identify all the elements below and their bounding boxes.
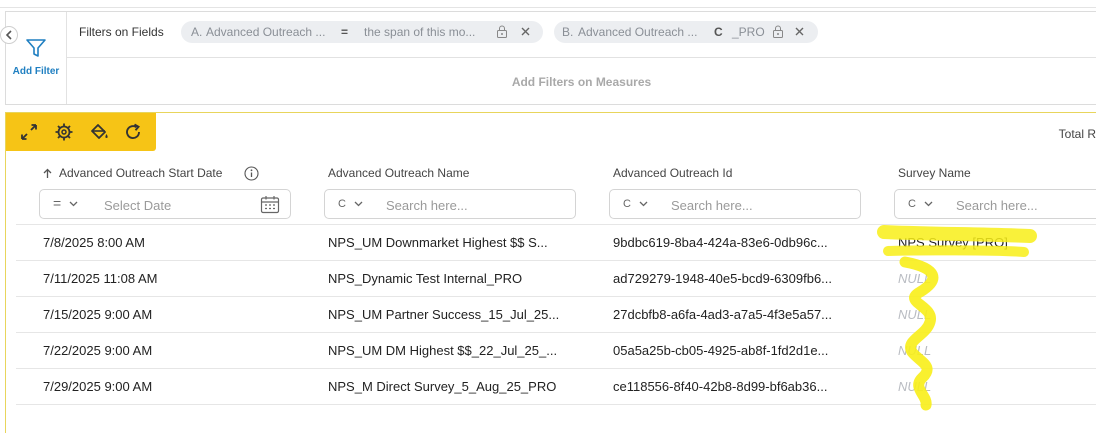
filter-operator[interactable]: = xyxy=(53,195,61,211)
expand-icon[interactable] xyxy=(19,122,39,142)
cell-id: 27dcbfb8-a6fa-4ad3-a7a5-4f3e5a57... xyxy=(613,307,833,322)
chip-operator: = xyxy=(341,25,349,39)
filter-icon xyxy=(26,39,46,57)
column-header-start-date[interactable]: Advanced Outreach Start Date xyxy=(59,166,222,180)
close-icon[interactable] xyxy=(521,27,530,36)
cell-id: ad729279-1948-40e5-bcd9-6309fb6... xyxy=(613,271,833,286)
cell-name: NPS_UM Partner Success_15_Jul_25... xyxy=(328,307,560,322)
chevron-down-icon[interactable] xyxy=(639,201,648,207)
column-header-id[interactable]: Advanced Outreach Id xyxy=(613,166,732,180)
refresh-icon[interactable] xyxy=(123,122,143,142)
cell-name: NPS_UM Downmarket Highest $$ S... xyxy=(328,235,548,250)
cell-survey-name: NULL xyxy=(898,307,932,322)
id-filter[interactable]: C Search here... xyxy=(609,189,861,219)
cell-survey-name: NPS Survey [PRO] xyxy=(898,235,1008,250)
cell-id: 05a5a25b-cb05-4925-ab8f-1fd2d1e... xyxy=(613,343,829,358)
cell-start-date: 7/11/2025 11:08 AM xyxy=(43,271,158,286)
filter-operator[interactable]: C xyxy=(908,198,916,210)
filter-chip-b[interactable]: B. Advanced Outreach ... C _PRO xyxy=(554,21,818,43)
calendar-icon[interactable] xyxy=(260,195,280,214)
table-row[interactable]: 7/11/2025 11:08 AM NPS_Dynamic Test Inte… xyxy=(16,261,1096,297)
sort-up-icon[interactable] xyxy=(43,168,52,179)
add-filter-button[interactable]: Add Filter xyxy=(6,12,67,104)
total-rows-label: Total R xyxy=(1058,127,1096,141)
cell-start-date: 7/15/2025 9:00 AM xyxy=(43,307,153,322)
cell-id: 9bdbc619-8ba4-424a-83e6-0db96c... xyxy=(613,235,828,250)
chip-field: Advanced Outreach ... xyxy=(578,25,698,39)
top-divider xyxy=(0,0,1096,8)
chip-letter: A. xyxy=(191,25,203,39)
cell-name: NPS_M Direct Survey_5_Aug_25_PRO xyxy=(328,379,557,394)
lock-icon[interactable] xyxy=(772,25,784,38)
search-placeholder[interactable]: Search here... xyxy=(386,198,468,213)
chip-value: the span of this mo... xyxy=(364,25,476,39)
date-placeholder[interactable]: Select Date xyxy=(104,198,171,213)
table-row[interactable]: 7/22/2025 9:00 AM NPS_UM DM Highest $$_2… xyxy=(16,333,1096,369)
chip-letter: B. xyxy=(562,25,574,39)
table-row[interactable]: 7/29/2025 9:00 AM NPS_M Direct Survey_5_… xyxy=(16,369,1096,405)
column-header-name[interactable]: Advanced Outreach Name xyxy=(328,166,469,180)
collapse-panel-button[interactable] xyxy=(0,26,18,44)
gear-icon[interactable] xyxy=(54,122,74,142)
chevron-down-icon[interactable] xyxy=(354,201,363,207)
cell-start-date: 7/22/2025 9:00 AM xyxy=(43,343,153,358)
lock-icon[interactable] xyxy=(496,25,508,38)
search-placeholder[interactable]: Search here... xyxy=(956,198,1038,213)
chip-operator: C xyxy=(714,25,723,39)
filter-chip-a[interactable]: A. Advanced Outreach ... = the span of t… xyxy=(181,21,543,43)
grid-panel: Total R Advanced Outreach Start Date Adv… xyxy=(5,112,1096,433)
cell-survey-name: NULL xyxy=(898,271,932,286)
cell-id: ce118556-8f40-42b8-8d99-bf6ab36... xyxy=(613,379,828,394)
cell-start-date: 7/29/2025 9:00 AM xyxy=(43,379,153,394)
chip-field: Advanced Outreach ... xyxy=(206,25,326,39)
survey-name-filter[interactable]: C Search here... xyxy=(894,189,1096,219)
field-filters-row: Filters on Fields A. Advanced Outreach .… xyxy=(67,12,1096,58)
grid-toolbar xyxy=(6,113,156,151)
paint-bucket-icon[interactable] xyxy=(89,122,109,142)
filter-panel: Add Filter Filters on Fields A. Advanced… xyxy=(0,11,1096,105)
column-header-survey-name[interactable]: Survey Name xyxy=(898,166,971,180)
fields-filter-label: Filters on Fields xyxy=(79,25,164,39)
close-icon[interactable] xyxy=(795,27,804,36)
filter-operator[interactable]: C xyxy=(338,198,346,210)
chevron-down-icon[interactable] xyxy=(924,201,933,207)
filter-operator[interactable]: C xyxy=(623,198,631,210)
search-placeholder[interactable]: Search here... xyxy=(671,198,753,213)
add-filter-label: Add Filter xyxy=(12,66,60,77)
table-row[interactable]: 7/8/2025 8:00 AM NPS_UM Downmarket Highe… xyxy=(16,225,1096,261)
chevron-left-icon xyxy=(5,30,12,40)
start-date-filter[interactable]: = Select Date xyxy=(39,189,291,219)
cell-survey-name: NULL xyxy=(898,343,932,358)
info-icon[interactable] xyxy=(244,166,259,181)
cell-name: NPS_UM DM Highest $$_22_Jul_25_... xyxy=(328,343,558,358)
add-measure-filter-link[interactable]: Add Filters on Measures xyxy=(67,75,1096,89)
cell-survey-name: NULL xyxy=(898,379,932,394)
table-row[interactable]: 7/15/2025 9:00 AM NPS_UM Partner Success… xyxy=(16,297,1096,333)
cell-start-date: 7/8/2025 8:00 AM xyxy=(43,235,145,250)
cell-name: NPS_Dynamic Test Internal_PRO xyxy=(328,271,523,286)
chevron-down-icon[interactable] xyxy=(69,201,78,207)
name-filter[interactable]: C Search here... xyxy=(324,189,576,219)
chip-value: _PRO xyxy=(732,25,765,39)
